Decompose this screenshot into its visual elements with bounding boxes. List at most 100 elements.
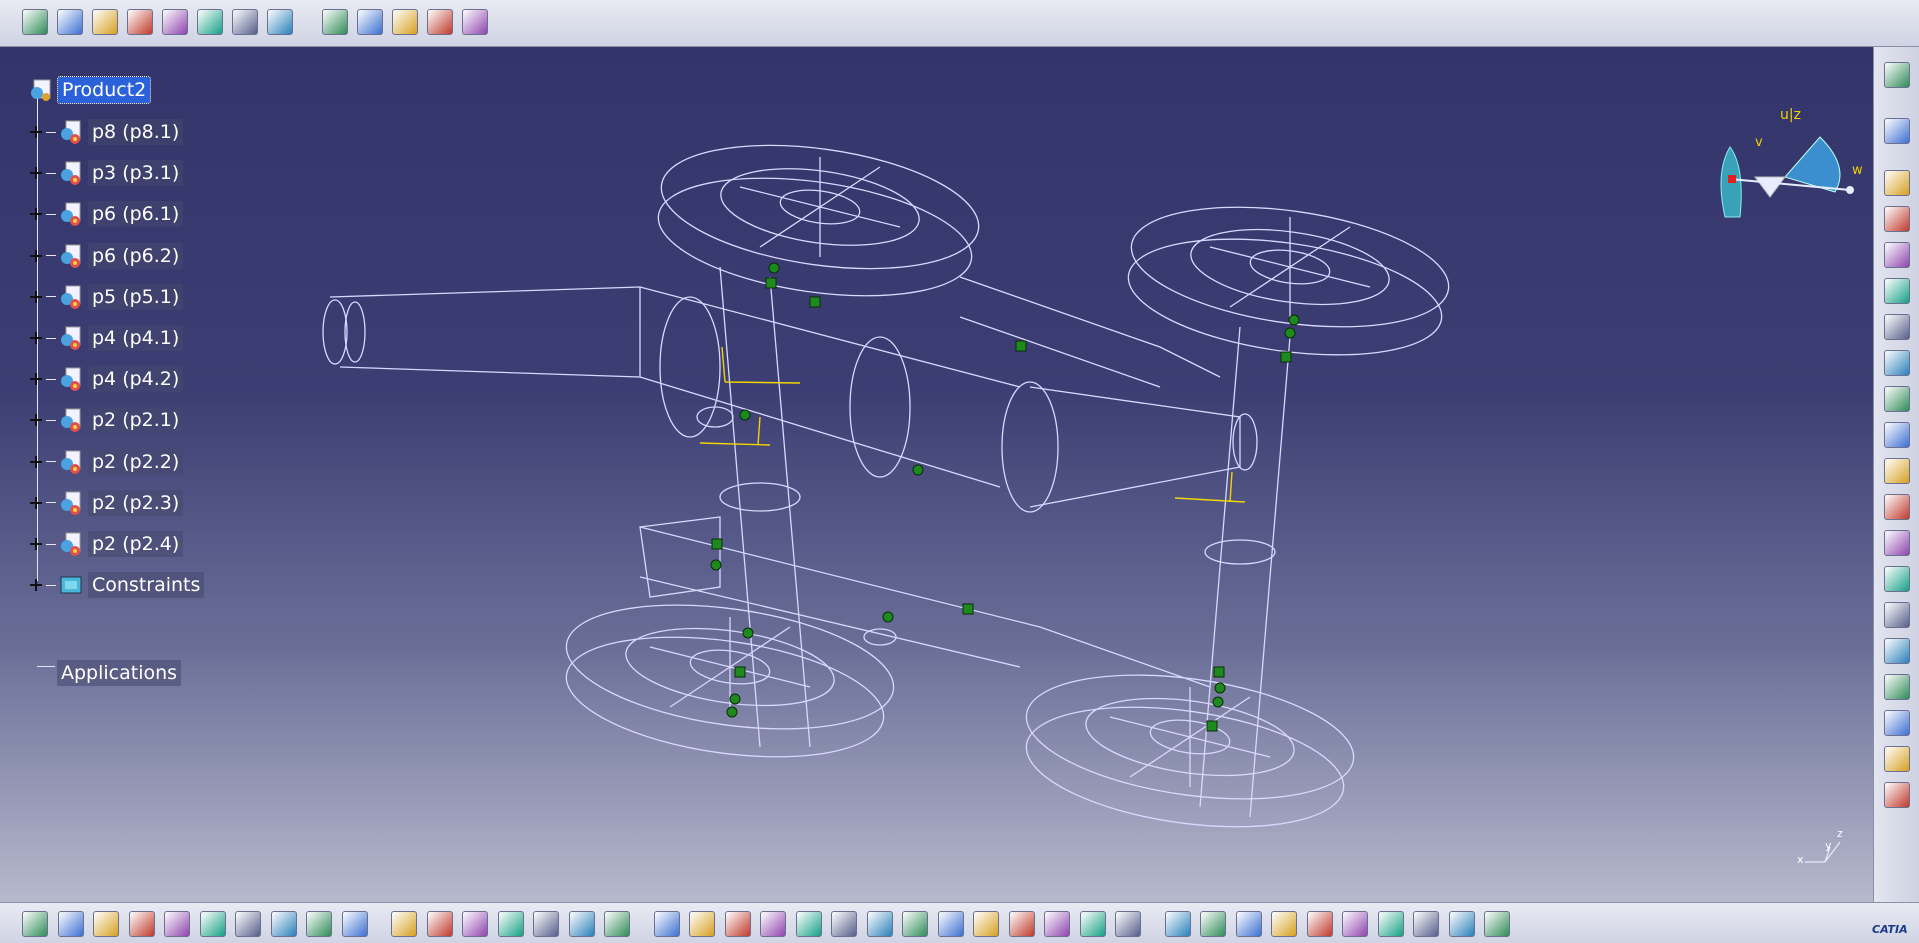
zoom-out-icon[interactable]	[831, 911, 857, 937]
multi-instantiation-icon[interactable]	[1884, 530, 1910, 556]
tree-item[interactable]: p3 (p3.1)	[30, 159, 184, 187]
shading-icon[interactable]	[973, 911, 999, 937]
select-icon[interactable]	[1884, 118, 1910, 144]
measure-icon[interactable]	[1271, 911, 1297, 937]
offset-constraint-icon[interactable]	[1884, 674, 1910, 700]
clash-icon[interactable]	[267, 9, 293, 35]
tree-item[interactable]: p5 (p5.1)	[30, 283, 184, 311]
reframe-icon[interactable]	[1115, 911, 1141, 937]
knowledge-icon[interactable]	[426, 911, 453, 937]
selective-load-icon[interactable]	[1884, 458, 1910, 484]
new-icon[interactable]	[22, 911, 48, 937]
coincidence-constraint-icon[interactable]	[1884, 602, 1910, 628]
tree-item-label[interactable]: p2 (p2.1)	[88, 407, 184, 434]
product-icon[interactable]	[1884, 242, 1910, 268]
tree-item[interactable]: p8 (p8.1)	[30, 118, 184, 146]
fast-multi-instantiation-icon[interactable]	[1884, 566, 1910, 592]
catalog-icon[interactable]	[1377, 911, 1404, 937]
tree-item-label[interactable]: p3 (p3.1)	[88, 160, 184, 187]
rotate-icon[interactable]	[760, 911, 786, 937]
expand-icon[interactable]	[30, 496, 42, 509]
existing-component-positioning-icon[interactable]	[1884, 314, 1910, 340]
tree-icon[interactable]	[533, 911, 559, 937]
paste-icon[interactable]	[235, 911, 261, 937]
update-icon[interactable]	[1884, 170, 1910, 196]
cut-icon[interactable]	[164, 911, 190, 937]
expand-icon[interactable]	[30, 332, 42, 344]
tree-root-label[interactable]: Product2	[56, 76, 152, 104]
compass[interactable]: u|z v w	[1700, 107, 1863, 227]
mesh-icon[interactable]	[1448, 911, 1475, 937]
list-icon[interactable]	[604, 911, 630, 937]
expand-icon[interactable]	[30, 290, 42, 303]
iso-view-icon[interactable]	[937, 911, 964, 937]
tree-item[interactable]: p2 (p2.3)	[30, 489, 184, 517]
table-icon[interactable]	[497, 911, 524, 937]
whats-this-icon[interactable]	[341, 911, 368, 937]
explode-icon[interactable]	[127, 9, 153, 35]
3d-viewport[interactable]: Product2 p8 (p8.1) p3 (p3.1) p6 (p6.1) p6 (…	[0, 47, 1873, 902]
tree-item[interactable]: p6 (p6.2)	[30, 242, 184, 270]
capture-icon[interactable]	[1200, 911, 1226, 937]
tree-item-applications[interactable]: Applications	[36, 659, 182, 687]
center-icon[interactable]	[1164, 911, 1191, 937]
hide-icon[interactable]	[462, 911, 488, 937]
expand-icon[interactable]	[30, 126, 42, 138]
smart-move-icon[interactable]	[197, 9, 223, 35]
expand-icon[interactable]	[30, 249, 42, 262]
print-icon[interactable]	[128, 911, 155, 937]
formula-icon[interactable]	[391, 911, 417, 937]
zoom-in-icon[interactable]	[795, 911, 822, 937]
fit-all-in-icon[interactable]	[689, 911, 715, 937]
tree-item-label[interactable]: p4 (p4.2)	[88, 366, 184, 393]
manage-representations-icon[interactable]	[1884, 494, 1910, 520]
pan-icon[interactable]	[724, 911, 751, 937]
plane-icon[interactable]	[1342, 911, 1368, 937]
open-icon[interactable]	[57, 911, 84, 937]
tree-item-label[interactable]: p2 (p2.4)	[88, 531, 184, 557]
fix-component-icon[interactable]	[1884, 746, 1910, 772]
scene-icon[interactable]	[462, 9, 488, 35]
angle-constraint-icon[interactable]	[1884, 710, 1910, 736]
material-icon[interactable]	[1413, 911, 1439, 937]
expand-icon[interactable]	[30, 208, 42, 221]
tree-item-label[interactable]: p6 (p6.1)	[88, 201, 184, 228]
tree-item-label[interactable]: Constraints	[88, 572, 205, 599]
expand-icon[interactable]	[30, 414, 42, 427]
tooltip-measure-icon[interactable]	[232, 9, 258, 35]
hide-show-icon[interactable]	[1044, 911, 1070, 937]
expand-icon[interactable]	[30, 167, 42, 180]
tree-item[interactable]: p4 (p4.2)	[30, 365, 184, 393]
tree-item[interactable]: p4 (p4.1)	[30, 324, 184, 352]
save-icon[interactable]	[93, 911, 119, 937]
applications-label[interactable]: Applications	[57, 660, 182, 686]
view-mode-icon[interactable]	[1884, 62, 1910, 88]
replace-component-icon[interactable]	[1884, 350, 1910, 376]
render-style-icon[interactable]	[1008, 911, 1035, 937]
tree-item[interactable]: Constraints	[30, 571, 205, 599]
existing-component-icon[interactable]	[1884, 206, 1910, 232]
tree-item-label[interactable]: p5 (p5.1)	[88, 283, 184, 310]
generate-numbering-icon[interactable]	[392, 9, 418, 35]
redo-icon[interactable]	[306, 911, 332, 937]
lock-icon[interactable]	[568, 911, 595, 937]
normal-view-icon[interactable]	[866, 911, 893, 937]
reorder-icon[interactable]	[357, 9, 383, 35]
expand-icon[interactable]	[30, 455, 42, 468]
expand-icon[interactable]	[30, 579, 42, 592]
assembly-wireframe[interactable]	[0, 47, 1873, 902]
grid-icon[interactable]	[1484, 911, 1510, 937]
tree-item[interactable]: p2 (p2.1)	[30, 406, 184, 434]
copy-icon[interactable]	[199, 911, 226, 937]
tree-item[interactable]: p2 (p2.2)	[30, 448, 184, 476]
bill-of-material-icon[interactable]	[427, 9, 453, 35]
part-icon[interactable]	[1884, 278, 1910, 304]
stop-manipulate-on-clash-icon[interactable]	[162, 9, 188, 35]
tree-item[interactable]: p2 (p2.4)	[30, 530, 184, 558]
generate-numbering-icon[interactable]	[1884, 422, 1910, 448]
fix-together-icon[interactable]	[1884, 782, 1910, 808]
snap-icon[interactable]	[57, 9, 83, 35]
catalog-browser-icon[interactable]	[322, 9, 348, 35]
multi-view-icon[interactable]	[1235, 911, 1262, 937]
tree-item-label[interactable]: p8 (p8.1)	[88, 119, 184, 145]
